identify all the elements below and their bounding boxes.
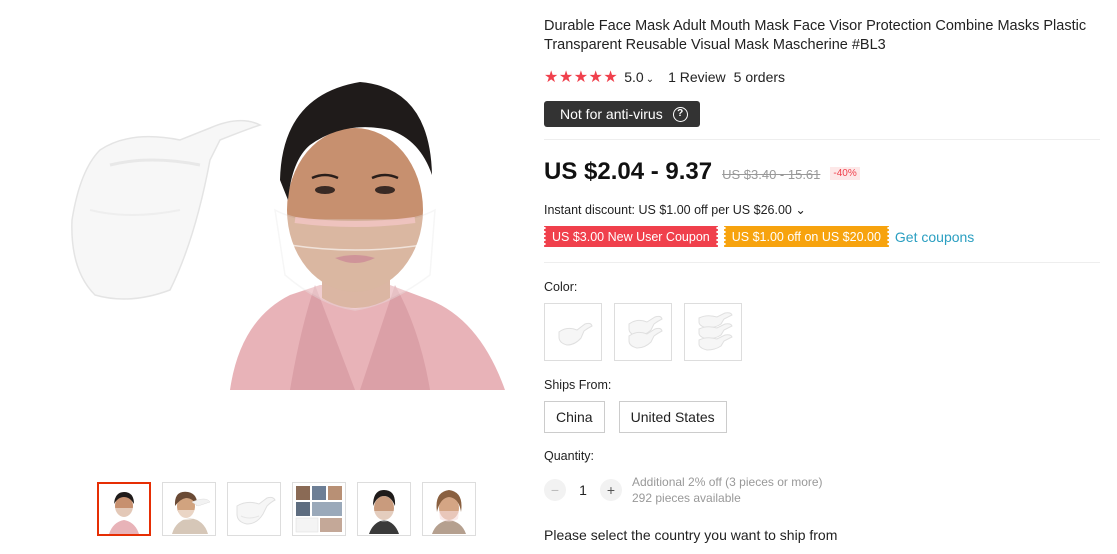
quantity-label: Quantity: <box>544 449 595 463</box>
thumbnail-woman-side-mask[interactable] <box>162 482 216 536</box>
thumbnail-strip <box>97 482 476 536</box>
ship-country-prompt: Please select the country you want to sh… <box>544 527 838 543</box>
quantity-stepper: − 1 + Additional 2% off (3 pieces or mor… <box>544 474 823 506</box>
product-title: Durable Face Mask Adult Mouth Mask Face … <box>544 18 1087 53</box>
original-price: US $3.40 - 15.61 <box>722 167 821 182</box>
quantity-input[interactable]: 1 <box>566 482 600 498</box>
color-options <box>544 303 742 361</box>
divider <box>544 262 1100 263</box>
question-icon: ? <box>672 106 688 122</box>
current-price: US $2.04 - 9.37 <box>544 158 713 185</box>
color-option-single-mask[interactable] <box>544 303 602 361</box>
bulk-discount-note: Additional 2% off (3 pieces or more) <box>632 475 823 489</box>
thumbnail-mask-product[interactable] <box>227 482 281 536</box>
thumbnail-woman-wearing-mask[interactable] <box>97 482 151 536</box>
get-coupons-link[interactable]: Get coupons <box>895 229 974 245</box>
rating-value[interactable]: 5.0 ⌄ <box>624 69 654 85</box>
ships-from-label: Ships From: <box>544 378 612 392</box>
quantity-notes: Additional 2% off (3 pieces or more) 292… <box>632 474 823 506</box>
ship-option-china[interactable]: China <box>544 401 605 433</box>
stock-available: 292 pieces available <box>632 491 741 505</box>
thumbnail-mask-collage[interactable] <box>292 482 346 536</box>
instant-discount[interactable]: Instant discount: US $1.00 off per US $2… <box>544 202 806 217</box>
ships-from-options: China United States <box>544 401 727 433</box>
notice-label: Not for anti-virus <box>560 106 663 122</box>
quantity-decrease-button[interactable]: − <box>544 479 566 501</box>
rating-value-text: 5.0 <box>624 69 644 85</box>
main-product-image[interactable] <box>60 70 510 390</box>
color-label: Color: <box>544 280 578 294</box>
thumbnail-woman-smiling-mask[interactable] <box>422 482 476 536</box>
reviews-link[interactable]: 1 Review <box>668 69 726 85</box>
anti-virus-notice[interactable]: Not for anti-virus ? <box>544 101 700 127</box>
rating-stars: ★★★★★ <box>544 69 619 86</box>
product-gallery <box>0 0 530 554</box>
color-option-three-masks[interactable] <box>684 303 742 361</box>
ship-option-united-states[interactable]: United States <box>618 401 727 433</box>
chevron-down-icon: ⌄ <box>645 74 655 85</box>
orders-count: 5 orders <box>733 69 786 85</box>
thumbnail-woman-front-mask[interactable] <box>357 482 411 536</box>
coupon-row: US $3.00 New User Coupon US $1.00 off on… <box>543 226 974 247</box>
rating-row: ★★★★★ 5.0 ⌄ 1 Review 5 orders <box>544 67 785 87</box>
price-row: US $2.04 - 9.37 US $3.40 - 15.61 -40% <box>544 158 860 186</box>
color-option-two-masks[interactable] <box>614 303 672 361</box>
divider <box>544 139 1100 140</box>
discount-badge: -40% <box>830 167 860 180</box>
quantity-increase-button[interactable]: + <box>600 479 622 501</box>
store-coupon[interactable]: US $1.00 off on US $20.00 <box>722 226 891 247</box>
new-user-coupon[interactable]: US $3.00 New User Coupon <box>543 226 719 247</box>
